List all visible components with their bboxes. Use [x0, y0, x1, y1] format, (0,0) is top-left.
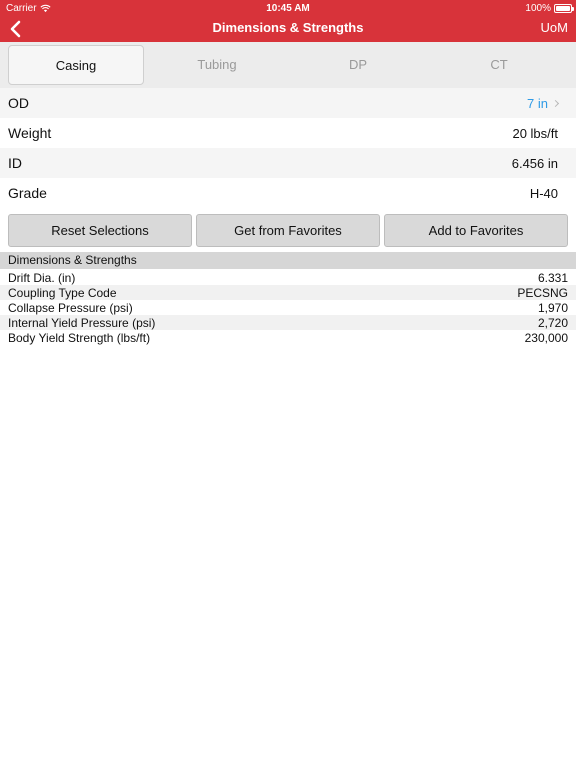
- grade-selector-row[interactable]: Grade H-40: [0, 178, 576, 208]
- od-selector-row[interactable]: OD 7 in: [0, 88, 576, 118]
- result-value: PECSNG: [517, 285, 568, 300]
- tab-dp[interactable]: DP: [290, 45, 426, 85]
- status-bar: Carrier 10:45 AM 100%: [0, 0, 576, 16]
- result-row: Internal Yield Pressure (psi) 2,720: [0, 315, 576, 330]
- result-label: Drift Dia. (in): [8, 270, 76, 285]
- id-value: 6.456 in: [511, 155, 558, 171]
- result-value: 2,720: [537, 315, 568, 330]
- weight-value: 20 lbs/ft: [512, 125, 558, 141]
- battery-icon: [554, 4, 574, 13]
- tab-ct[interactable]: CT: [431, 45, 567, 85]
- add-to-favorites-button[interactable]: Add to Favorites: [384, 214, 568, 247]
- result-row: Coupling Type Code PECSNG: [0, 285, 576, 300]
- id-label: ID: [8, 155, 22, 171]
- chevron-right-icon: [551, 99, 560, 107]
- id-selector-row[interactable]: ID 6.456 in: [0, 148, 576, 178]
- grade-value: H-40: [529, 185, 558, 201]
- status-time: 10:45 AM: [266, 3, 310, 14]
- od-label: OD: [8, 95, 29, 111]
- tab-casing[interactable]: Casing: [8, 45, 144, 85]
- battery-label: 100%: [525, 3, 551, 14]
- page-title: Dimensions & Strengths: [212, 20, 364, 35]
- weight-selector-row[interactable]: Weight 20 lbs/ft: [0, 118, 576, 148]
- battery-indicator: 100%: [525, 3, 574, 14]
- result-label: Body Yield Strength (lbs/ft): [8, 330, 151, 345]
- result-row: Drift Dia. (in) 6.331: [0, 270, 576, 285]
- get-from-favorites-button[interactable]: Get from Favorites: [196, 214, 380, 247]
- result-label: Coupling Type Code: [8, 285, 117, 300]
- od-value-text: 7 in: [527, 95, 548, 111]
- segmented-control: Casing Tubing DP CT: [0, 42, 576, 88]
- od-value[interactable]: 7 in: [527, 95, 560, 111]
- navigation-bar: Dimensions & Strengths UoM: [0, 16, 576, 42]
- result-label: Collapse Pressure (psi): [8, 300, 133, 315]
- reset-selections-button[interactable]: Reset Selections: [8, 214, 192, 247]
- result-value: 230,000: [524, 330, 568, 345]
- uom-button[interactable]: UoM: [541, 20, 568, 35]
- tab-tubing[interactable]: Tubing: [149, 45, 285, 85]
- result-value: 1,970: [537, 300, 568, 315]
- grade-label: Grade: [8, 185, 47, 201]
- weight-label: Weight: [8, 125, 52, 141]
- result-label: Internal Yield Pressure (psi): [8, 315, 156, 330]
- results-section-header: Dimensions & Strengths: [0, 252, 576, 269]
- result-row: Body Yield Strength (lbs/ft) 230,000: [0, 330, 576, 345]
- result-row: Collapse Pressure (psi) 1,970: [0, 300, 576, 315]
- result-value: 6.331: [537, 270, 568, 285]
